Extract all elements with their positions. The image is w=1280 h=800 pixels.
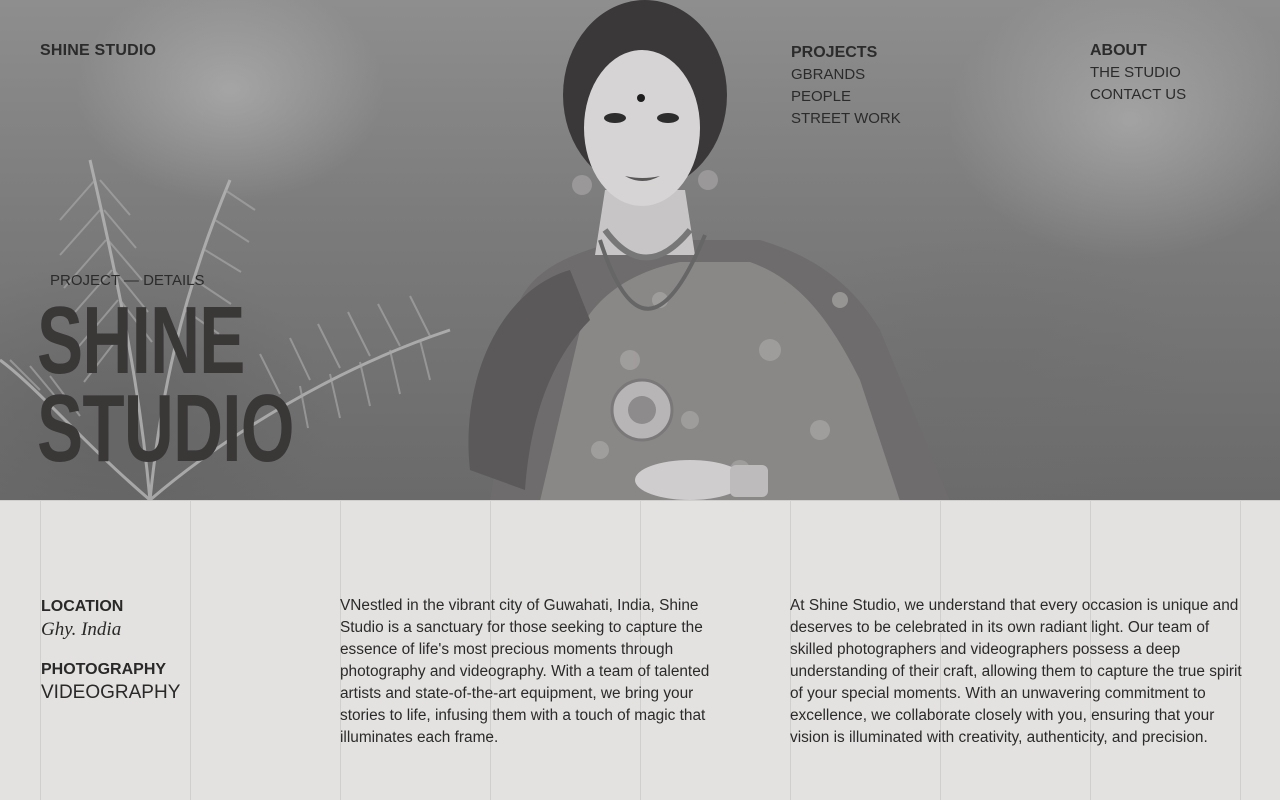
about-paragraph: At Shine Studio, we understand that ever… [790, 597, 1242, 746]
nav-link-street-work[interactable]: STREET WORK [791, 108, 901, 130]
hero-title-line1: SHINE [37, 287, 245, 394]
nav-link-gbrands[interactable]: GBRANDS [791, 64, 901, 86]
service-value: VIDEOGRAPHY [41, 682, 181, 703]
intro-paragraph: VNestled in the vibrant city of Guwahati… [340, 597, 710, 746]
nav-link-the-studio[interactable]: THE STUDIO [1090, 62, 1186, 84]
hero-title: SHINE STUDIO [37, 287, 295, 482]
grid-line [190, 501, 191, 800]
location-label: LOCATION [41, 598, 124, 615]
grid-line [40, 501, 41, 800]
brand-logo-link[interactable]: SHINE STUDIO [40, 42, 156, 60]
nav-link-contact-us[interactable]: CONTACT US [1090, 84, 1186, 106]
hero-title-line2: STUDIO [37, 375, 295, 482]
nav-about-heading[interactable]: ABOUT [1090, 40, 1186, 62]
projects-nav: PROJECTS GBRANDS PEOPLE STREET WORK [790, 42, 901, 130]
location-value: Ghy. India [41, 619, 122, 640]
nav-link-people[interactable]: PEOPLE [791, 86, 901, 108]
about-nav: ABOUT THE STUDIO CONTACT US [1090, 40, 1186, 106]
hero-banner: SHINE STUDIO PROJECTS GBRANDS PEOPLE STR… [0, 0, 1280, 501]
nav-projects-heading[interactable]: PROJECTS [791, 42, 901, 64]
service-label: PHOTOGRAPHY [41, 661, 167, 678]
